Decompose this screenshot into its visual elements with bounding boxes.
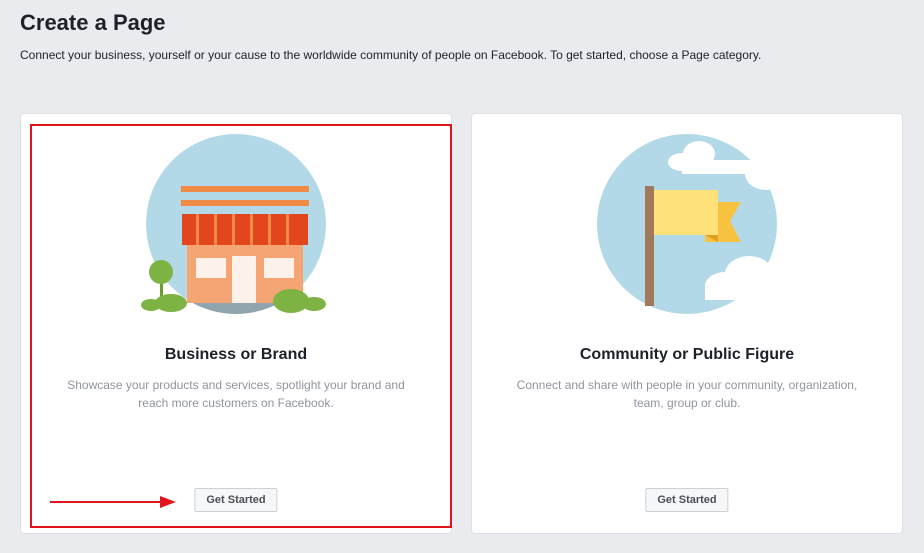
community-get-started-button[interactable]: Get Started (645, 488, 729, 512)
storefront-icon (136, 134, 336, 319)
card-description: Connect and share with people in your co… (516, 378, 858, 410)
card-title: Business or Brand (164, 346, 308, 363)
card-description: Showcase your products and services, spo… (67, 378, 405, 410)
community-or-public-figure-card[interactable]: Community or Public Figure Connect and s… (471, 113, 903, 534)
card-title: Community or Public Figure (579, 346, 795, 363)
business-or-brand-card[interactable]: Business or Brand Showcase your products… (20, 113, 452, 534)
page-subtitle: Connect your business, yourself or your … (20, 48, 762, 62)
flag-icon (587, 134, 787, 319)
page-title: Create a Page (20, 10, 166, 35)
business-get-started-button[interactable]: Get Started (194, 488, 278, 512)
